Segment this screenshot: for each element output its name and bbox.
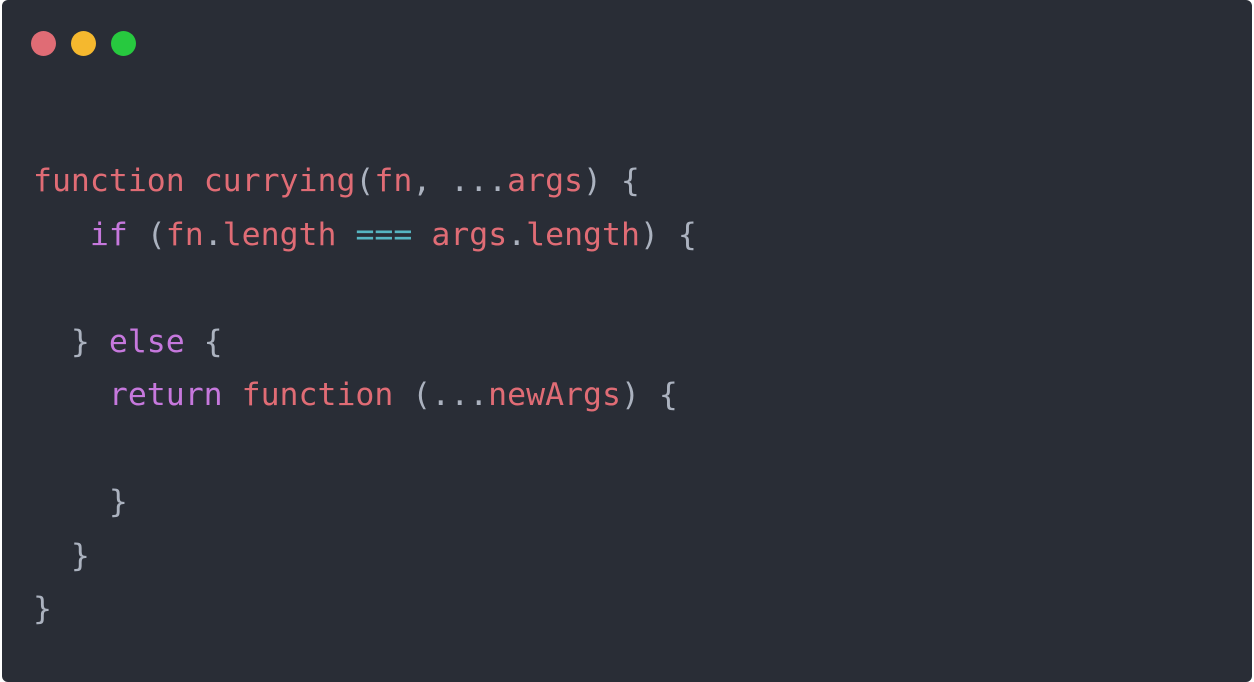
code-line: } xyxy=(33,530,697,584)
minimize-dot-icon[interactable] xyxy=(71,31,96,56)
code-block: function currying(fn, ...args) { if (fn.… xyxy=(33,155,697,637)
code-token: } xyxy=(33,537,90,574)
code-token: ) { xyxy=(583,163,640,199)
code-token: length xyxy=(526,216,640,253)
code-token: args xyxy=(507,163,583,199)
code-token: function xyxy=(241,377,394,413)
code-token: , ... xyxy=(412,163,508,199)
code-token: else xyxy=(108,323,185,360)
code-token: return xyxy=(108,377,223,413)
maximize-dot-icon[interactable] xyxy=(111,31,136,56)
code-token: fn xyxy=(374,163,413,199)
code-token: fn xyxy=(165,216,204,253)
code-token: === xyxy=(355,216,413,253)
code-line: } else { xyxy=(33,316,697,370)
code-token: ) { xyxy=(620,377,678,413)
code-token: ) { xyxy=(639,216,697,253)
code-token: currying xyxy=(203,163,356,199)
code-line: if (fn.length === args.length) { xyxy=(33,209,697,263)
code-token: } xyxy=(33,323,109,360)
code-token: function xyxy=(33,163,185,199)
code-token: ( xyxy=(355,163,375,199)
code-line: return function (...newArgs) { xyxy=(33,369,697,423)
close-dot-icon[interactable] xyxy=(31,31,56,56)
code-line: } xyxy=(33,583,697,637)
code-line: } xyxy=(33,476,697,530)
code-token: length xyxy=(222,216,337,253)
code-token: (... xyxy=(393,377,489,413)
code-line: function currying(fn, ...args) { xyxy=(33,155,697,209)
code-token: newArgs xyxy=(488,377,621,413)
code-token: { xyxy=(184,323,223,360)
code-token: args xyxy=(431,216,508,253)
code-token: ( xyxy=(127,216,166,253)
code-token: } xyxy=(33,591,52,627)
code-token: . xyxy=(507,216,527,253)
code-token: } xyxy=(33,484,128,520)
code-window: function currying(fn, ...args) { if (fn.… xyxy=(2,0,1252,682)
code-token: . xyxy=(203,216,223,253)
code-token: if xyxy=(89,216,128,253)
